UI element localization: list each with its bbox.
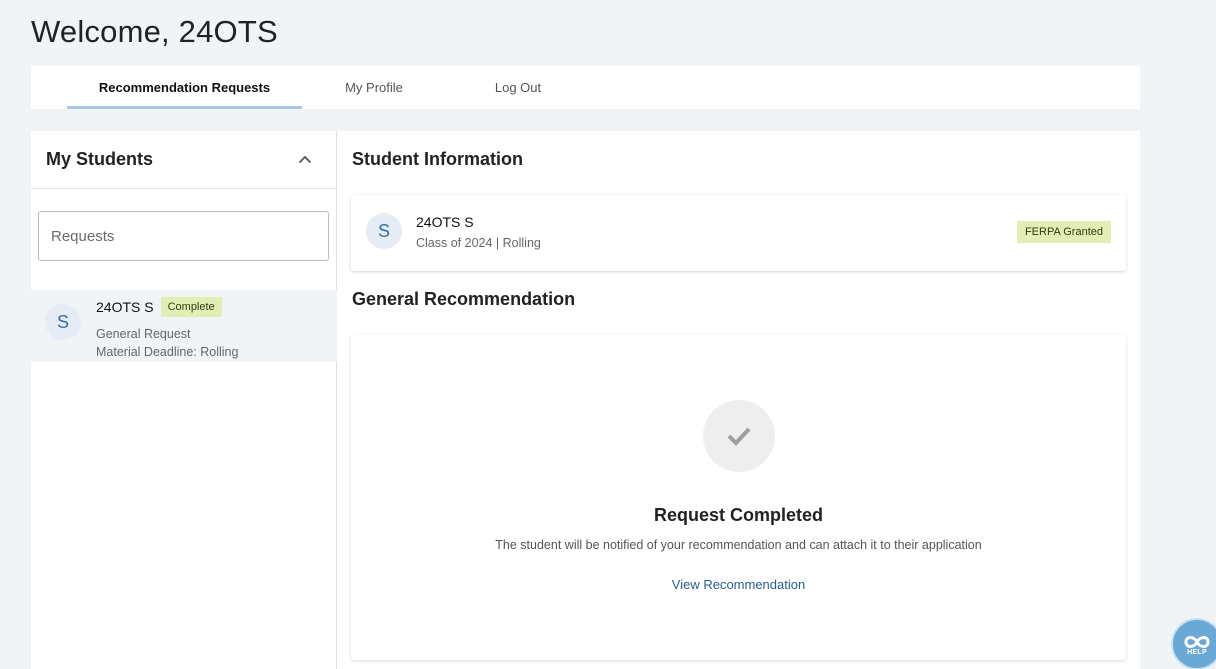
student-list-item[interactable]: S 24OTS S Complete General Request Mater… xyxy=(31,290,337,362)
request-completed-description: The student will be notified of your rec… xyxy=(495,538,982,552)
students-panel-title: My Students xyxy=(46,149,154,169)
page-title: Welcome, 24OTS xyxy=(31,14,278,49)
student-class-detail: Class of 2024 | Rolling xyxy=(416,236,541,250)
request-type: General Request xyxy=(96,327,191,341)
requests-search-input[interactable] xyxy=(38,211,329,261)
details-panel: Student Information S 24OTS S Class of 2… xyxy=(337,131,1140,669)
student-info-card: S 24OTS S Class of 2024 | Rolling FERPA … xyxy=(351,195,1126,271)
student-information-title: Student Information xyxy=(352,149,523,169)
students-panel: My Students S 24OTS S Complete General R… xyxy=(31,131,337,669)
avatar: S xyxy=(45,304,81,340)
nav-tabs: Recommendation Requests My Profile Log O… xyxy=(31,66,1140,109)
students-panel-header: My Students xyxy=(31,131,336,189)
check-icon xyxy=(703,400,775,472)
status-badge: Complete xyxy=(160,297,222,317)
avatar: S xyxy=(366,213,402,249)
student-name: 24OTS S xyxy=(416,214,474,230)
help-label: HELP xyxy=(1187,648,1207,656)
help-button[interactable]: HELP xyxy=(1171,618,1216,669)
tab-log-out[interactable]: Log Out xyxy=(468,66,568,109)
recommendation-card: Request Completed The student will be no… xyxy=(351,335,1126,660)
general-recommendation-title: General Recommendation xyxy=(352,289,576,309)
student-name: 24OTS S xyxy=(96,299,154,315)
view-recommendation-link[interactable]: View Recommendation xyxy=(351,577,1126,592)
request-completed-title: Request Completed xyxy=(653,505,824,525)
chevron-up-icon[interactable] xyxy=(293,148,317,172)
tab-recommendation-requests[interactable]: Recommendation Requests xyxy=(67,66,302,109)
ferpa-badge: FERPA Granted xyxy=(1016,221,1111,243)
tab-my-profile[interactable]: My Profile xyxy=(324,66,424,109)
material-deadline: Material Deadline: Rolling xyxy=(96,345,239,359)
